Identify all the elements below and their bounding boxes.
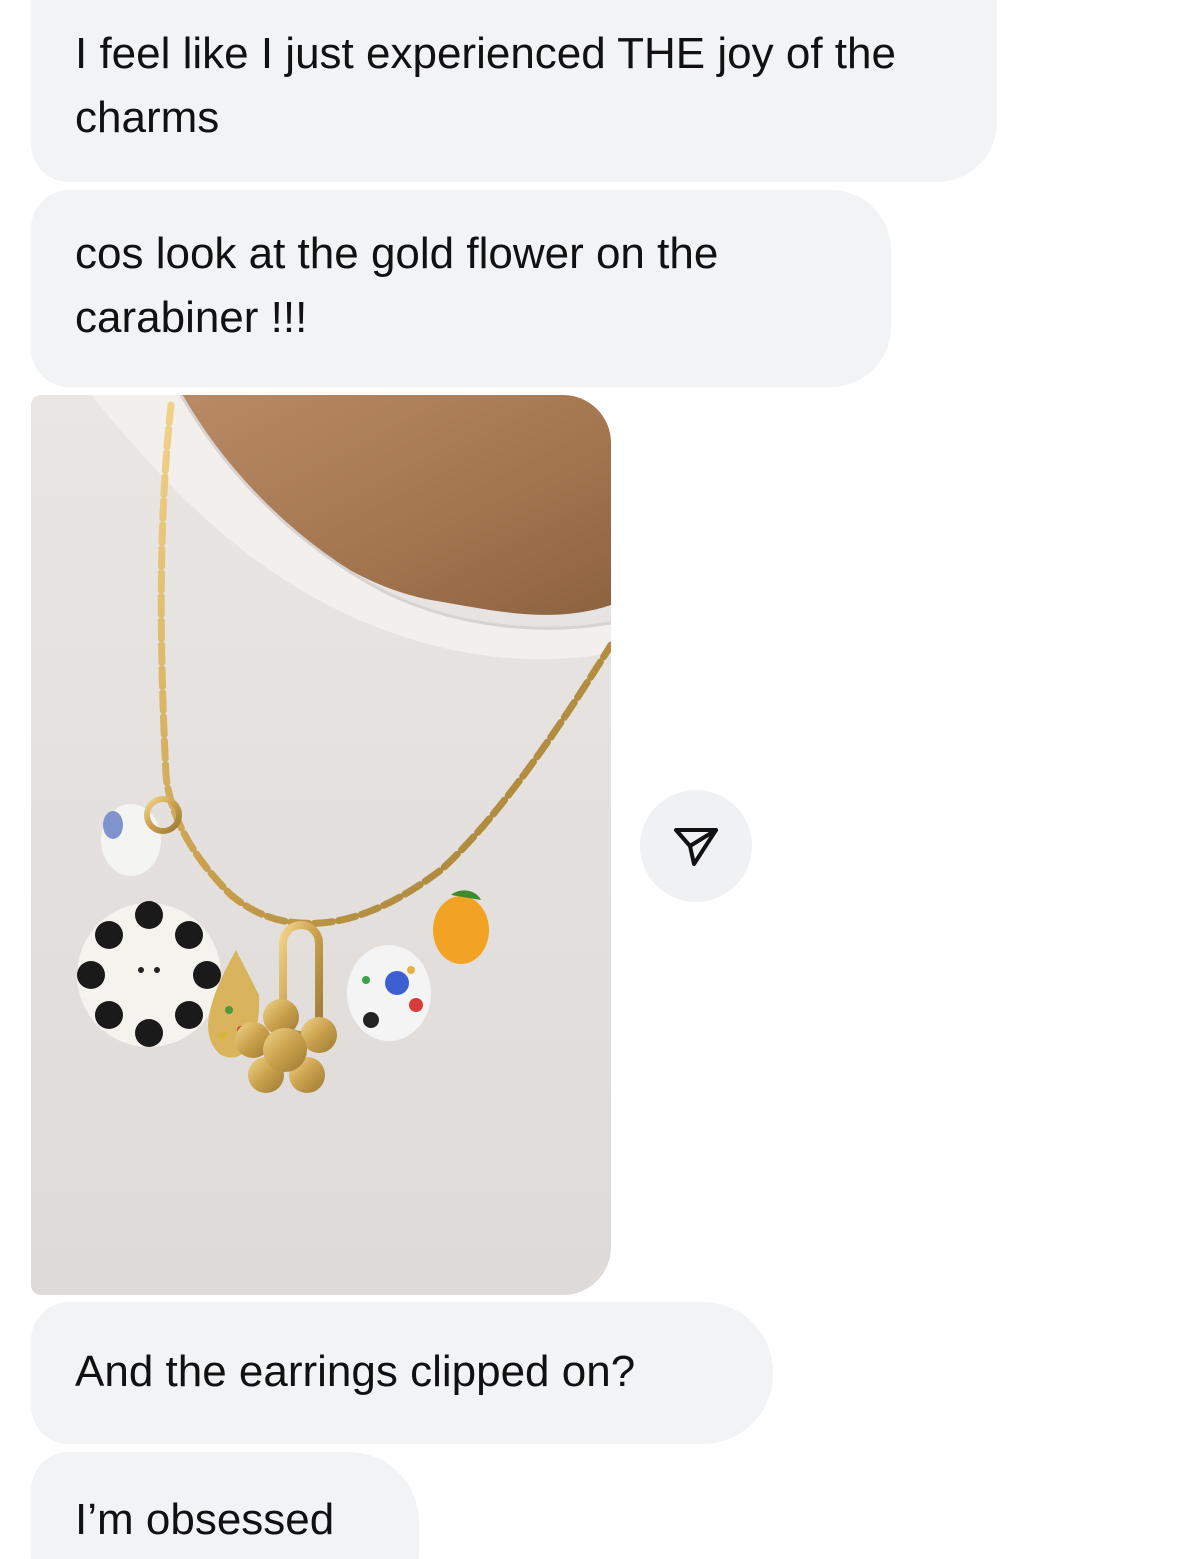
message-bubble[interactable]: And the earrings clipped on? bbox=[31, 1302, 773, 1444]
message-bubble[interactable]: I feel like I just experienced THE joy o… bbox=[31, 0, 997, 182]
message-thread: I feel like I just experienced THE joy o… bbox=[0, 0, 1179, 1559]
message-text: cos look at the gold flower on the carab… bbox=[75, 229, 719, 342]
shared-photo[interactable] bbox=[31, 395, 611, 1295]
message-text: And the earrings clipped on? bbox=[75, 1347, 636, 1396]
share-button[interactable] bbox=[640, 790, 752, 902]
message-text: I’m obsessed bbox=[75, 1495, 335, 1544]
message-bubble[interactable]: I’m obsessed bbox=[31, 1452, 419, 1559]
message-bubble[interactable]: cos look at the gold flower on the carab… bbox=[31, 190, 891, 387]
paper-plane-icon bbox=[674, 828, 718, 866]
message-text: I feel like I just experienced THE joy o… bbox=[75, 29, 896, 142]
